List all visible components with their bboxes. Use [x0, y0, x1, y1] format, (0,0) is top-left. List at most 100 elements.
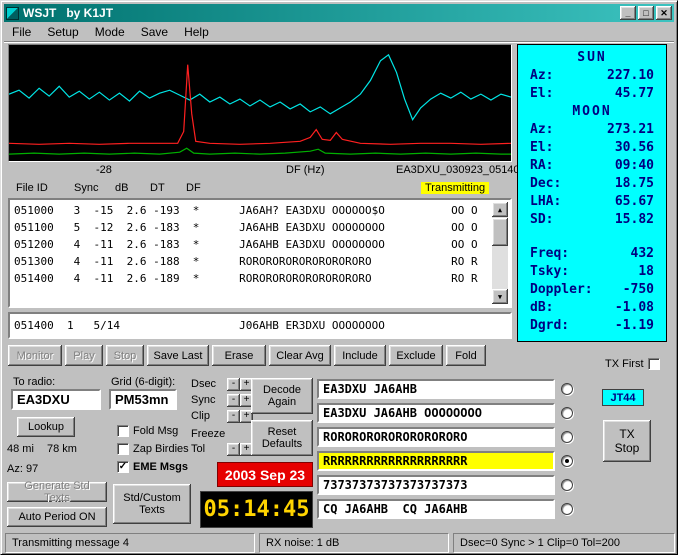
graph-tick-label: -28 — [96, 164, 112, 176]
decode-again-button[interactable]: Decode Again — [251, 378, 313, 414]
decode-row: 051000 3 -15 2.6 -193 * JA6AH? EA3DXU OO… — [14, 202, 490, 219]
fold-msg-checkbox[interactable] — [117, 425, 129, 437]
zap-birdies-checkbox-row[interactable]: Zap Birdies — [117, 442, 189, 455]
tol-minus-button[interactable]: - — [227, 443, 240, 456]
dsec-minus-button[interactable]: - — [227, 378, 240, 391]
header-file-id: File ID — [16, 182, 48, 194]
astro-value: 45.77 — [615, 85, 654, 103]
spectrum-trace-red — [9, 65, 511, 145]
menu-help[interactable]: Help — [176, 23, 217, 41]
scroll-up-icon[interactable]: ▲ — [492, 202, 508, 217]
tx-message-2-radio[interactable] — [561, 407, 573, 419]
astro-label: Az: — [530, 121, 553, 139]
titlebar: WSJT by K1JT _ □ ✕ — [4, 4, 674, 22]
tol-stepper: Tol - + — [191, 442, 253, 456]
minimize-button[interactable]: _ — [620, 6, 636, 20]
doppler-row: Doppler: -750 — [518, 281, 666, 299]
db-row: dB: -1.08 — [518, 299, 666, 317]
clip-stepper: Clip - + — [191, 409, 253, 423]
close-button[interactable]: ✕ — [656, 6, 672, 20]
astro-value: -1.08 — [615, 299, 654, 317]
tx-message-2[interactable]: EA3DXU JA6AHB OOOOOOOO — [317, 403, 555, 423]
menu-mode[interactable]: Mode — [87, 23, 133, 41]
play-button[interactable]: Play — [65, 345, 103, 366]
window-title: WSJT by K1JT — [23, 6, 618, 20]
to-radio-label: To radio: — [13, 376, 55, 388]
tx-first-checkbox-row[interactable]: TX First — [605, 357, 660, 370]
eme-msgs-label: EME Msgs — [133, 461, 188, 473]
sync-label: Sync — [191, 394, 227, 406]
lookup-button[interactable]: Lookup — [17, 417, 75, 437]
tx-message-1[interactable]: EA3DXU JA6AHB — [317, 379, 555, 399]
wsjt-window: WSJT by K1JT _ □ ✕ File Setup Mode Save … — [0, 0, 678, 555]
menu-save[interactable]: Save — [133, 23, 176, 41]
tx-message-6[interactable]: CQ JA6AHB CQ JA6AHB — [317, 499, 555, 519]
menu-file[interactable]: File — [4, 23, 39, 41]
status-transmitting: Transmitting message 4 — [5, 533, 255, 553]
std-custom-texts-button[interactable]: Std/Custom Texts — [113, 484, 191, 524]
tx-first-checkbox[interactable] — [648, 358, 660, 370]
sun-el-row: El: 45.77 — [518, 85, 666, 103]
moon-el-row: El: 30.56 — [518, 139, 666, 157]
astro-value: 432 — [631, 245, 654, 263]
clear-avg-button[interactable]: Clear Avg — [269, 345, 331, 366]
freeze-label: Freeze — [191, 428, 225, 440]
stop-button[interactable]: Stop — [106, 345, 144, 366]
decode-text-area[interactable]: 051000 3 -15 2.6 -193 * JA6AH? EA3DXU OO… — [8, 198, 512, 308]
graph-file-label: EA3DXU_030923_051400 — [396, 164, 526, 176]
spectrum-graph — [8, 44, 512, 162]
to-radio-input[interactable]: EA3DXU — [11, 389, 101, 410]
sync-stepper: Sync - + — [191, 393, 253, 407]
include-button[interactable]: Include — [334, 345, 386, 366]
decode-scrollbar[interactable]: ▲ ▼ — [492, 202, 508, 304]
astro-label: Freq: — [530, 245, 569, 263]
radio-selected-dot — [565, 459, 569, 463]
astro-label: El: — [530, 139, 553, 157]
fold-msg-checkbox-row[interactable]: Fold Msg — [117, 424, 178, 437]
grid-label: Grid (6-digit): — [111, 376, 175, 388]
fold-button[interactable]: Fold — [446, 345, 486, 366]
scrollbar-thumb[interactable] — [492, 218, 508, 246]
maximize-button[interactable]: □ — [638, 6, 654, 20]
scroll-down-icon[interactable]: ▼ — [492, 289, 508, 304]
astro-value: 65.67 — [615, 193, 654, 211]
tx-message-5-radio[interactable] — [561, 479, 573, 491]
eme-msgs-checkbox-row[interactable]: ✓ EME Msgs — [117, 460, 188, 473]
date-display: 2003 Sep 23 — [217, 462, 313, 487]
astro-label: LHA: — [530, 193, 561, 211]
zap-birdies-checkbox[interactable] — [117, 443, 129, 455]
erase-button[interactable]: Erase — [212, 345, 266, 366]
tx-message-3[interactable]: RORORORORORORORORORO — [317, 427, 555, 447]
header-dt: DT — [150, 182, 165, 194]
monitor-button[interactable]: Monitor — [8, 345, 62, 366]
tx-stop-button[interactable]: TX Stop — [603, 420, 651, 462]
spectrum-trace-green — [9, 148, 511, 154]
tx-message-4-radio[interactable] — [561, 455, 573, 467]
time-display: 05:14:45 — [200, 491, 313, 528]
save-last-button[interactable]: Save Last — [147, 345, 209, 366]
auto-period-button[interactable]: Auto Period ON — [7, 507, 107, 527]
astro-label: El: — [530, 85, 553, 103]
tx-message-5[interactable]: 73737373737373737373 — [317, 475, 555, 495]
generate-std-texts-button[interactable]: Generate Std Texts — [7, 482, 107, 502]
graph-labels: -28 DF (Hz) EA3DXU_030923_051400 — [8, 164, 512, 178]
sun-header: SUN — [518, 49, 666, 67]
zap-birdies-label: Zap Birdies — [133, 443, 189, 455]
status-rx-noise: RX noise: 1 dB — [259, 533, 449, 553]
sync-minus-button[interactable]: - — [227, 394, 240, 407]
grid-input[interactable]: PM53mn — [109, 389, 177, 410]
average-decode-area[interactable]: 051400 1 5/14 J06AHB ER3DXU OOOOOOOO — [8, 312, 512, 339]
menu-setup[interactable]: Setup — [39, 23, 86, 41]
tx-message-1-radio[interactable] — [561, 383, 573, 395]
eme-msgs-checkbox[interactable]: ✓ — [117, 461, 129, 473]
reset-defaults-button[interactable]: Reset Defaults — [251, 420, 313, 456]
moon-header: MOON — [518, 103, 666, 121]
astro-label: Dec: — [530, 175, 561, 193]
tx-message-3-radio[interactable] — [561, 431, 573, 443]
tx-message-6-radio[interactable] — [561, 503, 573, 515]
clip-minus-button[interactable]: - — [227, 410, 240, 423]
tx-message-4[interactable]: RRRRRRRRRRRRRRRRRRRR — [317, 451, 555, 471]
tx-first-label: TX First — [605, 358, 644, 370]
astro-value: 273.21 — [607, 121, 654, 139]
exclude-button[interactable]: Exclude — [389, 345, 443, 366]
